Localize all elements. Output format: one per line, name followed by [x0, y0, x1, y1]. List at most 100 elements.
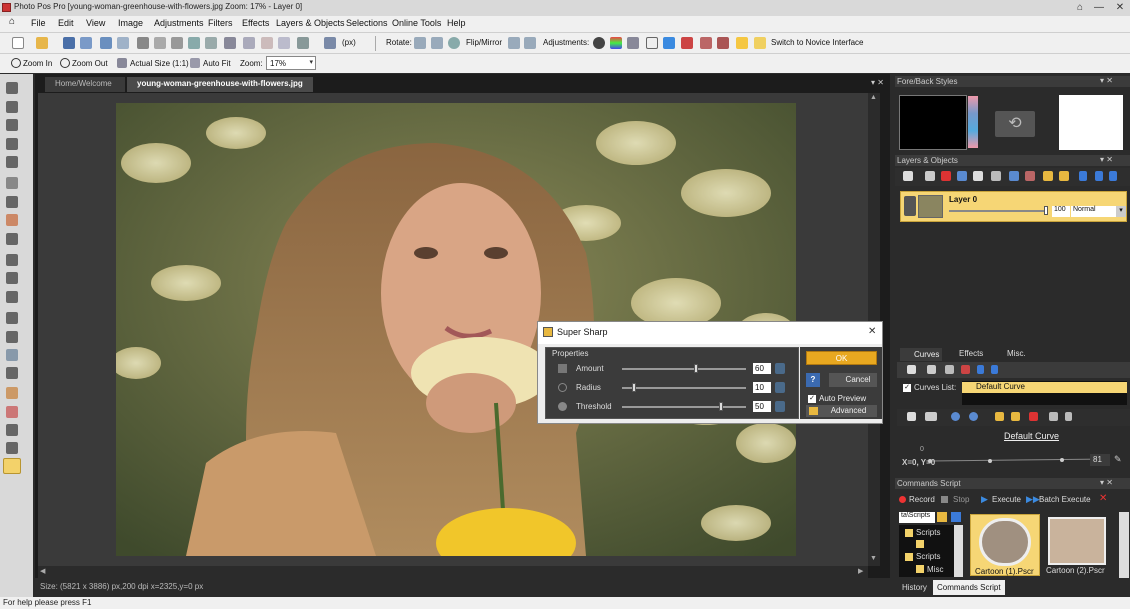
group-icon[interactable]: [1043, 171, 1053, 181]
tab-misc[interactable]: Misc.: [995, 349, 1026, 358]
grid-icon[interactable]: [243, 37, 255, 49]
undo-icon[interactable]: [100, 37, 112, 49]
curve-open-icon[interactable]: [927, 365, 936, 374]
execute-button[interactable]: Execute: [992, 495, 1021, 504]
eyedropper-tool-icon[interactable]: [6, 367, 18, 379]
menu-file[interactable]: File: [31, 18, 46, 28]
curve-graph[interactable]: X=0, Y=0 0 81 ✎: [900, 445, 1127, 471]
blend-mode-select[interactable]: Normal: [1071, 206, 1116, 217]
cancel-button[interactable]: Cancel: [829, 373, 877, 387]
curve-reset-icon[interactable]: [1065, 412, 1072, 421]
color-mini-icons[interactable]: [968, 96, 978, 148]
levels-icon[interactable]: [627, 37, 639, 49]
tab-curves[interactable]: Curves: [900, 348, 942, 361]
opacity-value[interactable]: 100: [1052, 206, 1070, 217]
home-icon[interactable]: ⌂: [9, 16, 15, 27]
zoom-tool-icon[interactable]: [6, 101, 18, 113]
close-button[interactable]: ✕: [1110, 1, 1130, 14]
rotate-left-icon[interactable]: [414, 37, 426, 49]
menu-view[interactable]: View: [86, 18, 105, 28]
open-icon[interactable]: [36, 37, 48, 49]
curve-flip-icon[interactable]: [1049, 412, 1058, 421]
crop-icon[interactable]: [188, 37, 200, 49]
menu-filters[interactable]: Filters: [208, 18, 233, 28]
pointer-tool-icon[interactable]: [6, 82, 18, 94]
favorites-star-icon[interactable]: [736, 37, 748, 49]
flip-vertical-icon[interactable]: [524, 37, 536, 49]
delete-layer-icon[interactable]: [941, 171, 951, 181]
crop-tool-icon[interactable]: [6, 138, 18, 150]
rotate-free-icon[interactable]: [448, 37, 460, 49]
curves-list-item[interactable]: Default Curve: [962, 382, 1127, 393]
guides-icon[interactable]: [278, 37, 290, 49]
text-tool-icon[interactable]: [6, 254, 18, 266]
help-button[interactable]: ?: [806, 373, 820, 387]
auto-fit-icon[interactable]: [190, 58, 200, 68]
switch-novice-button[interactable]: Switch to Novice Interface: [771, 38, 863, 47]
saturation-icon[interactable]: [663, 37, 675, 49]
layer-copy-icon[interactable]: [973, 171, 983, 181]
tab-commands-script[interactable]: Commands Script: [933, 580, 1005, 595]
curve-name[interactable]: Default Curve: [1004, 431, 1059, 441]
minimize-button[interactable]: —: [1089, 1, 1109, 14]
layer-export-icon[interactable]: [1009, 171, 1019, 181]
selection-tool-icon[interactable]: [6, 177, 18, 189]
curve-paste-icon[interactable]: [1011, 412, 1020, 421]
transform-tool-icon[interactable]: [6, 156, 18, 168]
record-button[interactable]: Record: [909, 495, 935, 504]
curves-list-checkbox[interactable]: ✓: [903, 384, 911, 392]
curve-up-icon[interactable]: [977, 365, 984, 374]
curve-copy-icon[interactable]: [995, 412, 1004, 421]
swap-colors-icon[interactable]: ⟲: [995, 111, 1035, 137]
curve-value[interactable]: 81: [1090, 454, 1110, 466]
ruler-icon[interactable]: [261, 37, 273, 49]
scroll-up-icon[interactable]: ▲: [870, 94, 877, 101]
stamp-tool-icon[interactable]: [6, 387, 18, 399]
scripts-path[interactable]: ta\Scripts: [899, 512, 935, 523]
save-icon[interactable]: [63, 37, 75, 49]
magic-wand-tool-icon[interactable]: [6, 196, 18, 208]
curve-add-icon[interactable]: [969, 412, 978, 421]
opacity-thumb[interactable]: [1044, 206, 1048, 215]
view-mode-icon[interactable]: [297, 37, 309, 49]
pen-tool-icon[interactable]: [6, 331, 18, 343]
batch-execute-button[interactable]: Batch Execute: [1039, 495, 1091, 504]
duplicate-layer-icon[interactable]: [925, 171, 935, 181]
new-layer-icon[interactable]: [903, 171, 913, 181]
script-thumb-1[interactable]: Cartoon (1).Pscr: [970, 514, 1040, 576]
home-window-button[interactable]: ⌂: [1070, 1, 1090, 14]
smudge-tool-icon[interactable]: [6, 442, 18, 454]
scroll-left-icon[interactable]: ◀: [40, 567, 45, 575]
menu-effects[interactable]: Effects: [242, 18, 269, 28]
measure-icon[interactable]: [324, 37, 336, 49]
radius-slider[interactable]: [622, 387, 746, 389]
ungroup-icon[interactable]: [1059, 171, 1069, 181]
refresh-icon[interactable]: [951, 512, 961, 522]
blend-chevron-icon[interactable]: ▾: [1116, 206, 1126, 217]
record-icon[interactable]: [899, 496, 906, 503]
menu-adjustments[interactable]: Adjustments: [154, 18, 204, 28]
background-color-swatch[interactable]: [1059, 95, 1123, 150]
curve-type-icon[interactable]: [925, 412, 937, 421]
threshold-spin-icon[interactable]: [775, 401, 785, 412]
threshold-value[interactable]: 50: [753, 401, 771, 412]
actual-size-icon[interactable]: [117, 58, 127, 68]
zoom-out-icon[interactable]: [60, 58, 70, 68]
units-select[interactable]: (px): [342, 38, 356, 47]
tab-document[interactable]: young-woman-greenhouse-with-flowers.jpg: [127, 77, 313, 92]
curve-down-icon[interactable]: [991, 365, 998, 374]
rotate-right-icon[interactable]: [431, 37, 443, 49]
move-down-icon[interactable]: [1079, 171, 1087, 181]
move-bottom-icon[interactable]: [1095, 171, 1103, 181]
eraser-tool-icon[interactable]: [6, 349, 18, 361]
tree-item[interactable]: Scripts: [916, 528, 940, 537]
menu-selections[interactable]: Selections: [346, 18, 388, 28]
tree-item[interactable]: Misc: [927, 565, 943, 574]
line-tool-icon[interactable]: [6, 291, 18, 303]
contrast-icon[interactable]: [593, 37, 605, 49]
layer-opacity-slider[interactable]: [949, 210, 1047, 212]
batch-execute-icon[interactable]: ▶▶: [1026, 494, 1040, 505]
resize-icon[interactable]: [205, 37, 217, 49]
canvas-icon[interactable]: [224, 37, 236, 49]
menu-edit[interactable]: Edit: [58, 18, 74, 28]
